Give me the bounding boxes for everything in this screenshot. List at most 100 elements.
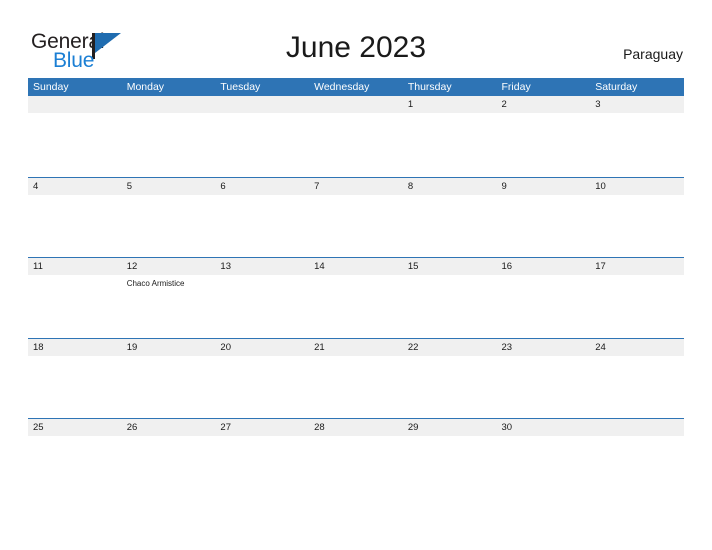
day-number-8[interactable]: 8 [403, 178, 497, 195]
day-cell-body[interactable] [403, 113, 497, 175]
week-date-strip: 4 5 6 7 8 9 10 [28, 177, 684, 195]
day-number-3[interactable]: 3 [590, 96, 684, 113]
day-cell-body[interactable] [309, 275, 403, 337]
day-cell-body[interactable] [28, 436, 122, 498]
day-number-28[interactable]: 28 [309, 419, 403, 436]
day-cell-body [309, 113, 403, 175]
day-number-6[interactable]: 6 [215, 178, 309, 195]
day-cell-body [28, 113, 122, 175]
day-cell-body[interactable] [497, 113, 591, 175]
day-number-empty [215, 96, 309, 113]
day-number-1[interactable]: 1 [403, 96, 497, 113]
calendar-week-row: 18 19 20 21 22 23 24 [28, 337, 684, 419]
day-cell-body [122, 113, 216, 175]
day-number-20[interactable]: 20 [215, 339, 309, 356]
day-cell-body[interactable] [590, 356, 684, 418]
day-cell-body[interactable] [403, 275, 497, 337]
day-cell-body[interactable] [497, 436, 591, 498]
weekday-header-sunday: Sunday [33, 81, 69, 93]
day-number-26[interactable]: 26 [122, 419, 216, 436]
day-cell-body[interactable] [309, 356, 403, 418]
calendar-page: General Blue June 2023 Paraguay Sunday Mo… [0, 0, 712, 550]
day-cell-body[interactable] [122, 356, 216, 418]
day-number-22[interactable]: 22 [403, 339, 497, 356]
day-number-empty [309, 96, 403, 113]
week-event-strip [28, 195, 684, 257]
week-event-strip [28, 436, 684, 498]
calendar-weeks: 1 2 3 4 5 6 7 8 9 10 11 12 13 14 15 16 17 Chaco Armistice… [28, 96, 684, 499]
day-number-29[interactable]: 29 [403, 419, 497, 436]
calendar-week-row: 25 26 27 28 29 30 [28, 418, 684, 499]
day-number-16[interactable]: 16 [497, 258, 591, 275]
day-cell-body[interactable] [28, 275, 122, 337]
weekday-header-friday: Friday [501, 81, 531, 93]
day-number-4[interactable]: 4 [28, 178, 122, 195]
weekday-header-thursday: Thursday [407, 81, 452, 93]
day-cell-body[interactable] [309, 195, 403, 257]
weekday-header-row: Sunday Monday Tuesday Wednesday Thursday Frid… [28, 78, 684, 96]
day-cell-body[interactable] [590, 195, 684, 257]
day-number-25[interactable]: 25 [28, 419, 122, 436]
day-number-7[interactable]: 7 [309, 178, 403, 195]
day-cell-body[interactable] [497, 195, 591, 257]
week-date-strip: 25 26 27 28 29 30 [28, 419, 684, 436]
day-cell-body[interactable] [28, 195, 122, 257]
page-title: June 2023 [285, 31, 427, 64]
day-number-5[interactable]: 5 [122, 178, 216, 195]
week-date-strip: 11 12 13 14 15 16 17 [28, 258, 684, 275]
day-number-27[interactable]: 27 [215, 419, 309, 436]
week-event-strip [28, 356, 684, 418]
week-date-strip: 18 19 20 21 22 23 24 [28, 338, 684, 356]
calendar-week-row: 123 [28, 96, 684, 177]
weekday-header-tuesday: Tuesday [220, 81, 261, 93]
page-header: General Blue June 2023 Paraguay [0, 0, 712, 78]
week-date-strip: 123 [28, 96, 684, 113]
day-number-13[interactable]: 13 [215, 258, 309, 275]
calendar-week-row: 11 12 13 14 15 16 17 Chaco Armistice [28, 257, 684, 338]
day-cell-body[interactable] [122, 195, 216, 257]
day-cell-body[interactable]: Chaco Armistice [122, 275, 216, 337]
day-cell-body[interactable] [403, 356, 497, 418]
day-number-2[interactable]: 2 [497, 96, 591, 113]
day-cell-body[interactable] [403, 436, 497, 498]
weekday-header-wednesday: Wednesday [314, 81, 370, 93]
weekday-header-monday: Monday [126, 81, 165, 93]
day-cell-body[interactable] [403, 195, 497, 257]
day-number-14[interactable]: 14 [309, 258, 403, 275]
day-number-9[interactable]: 9 [497, 178, 591, 195]
day-cell-body[interactable] [28, 356, 122, 418]
week-event-strip: Chaco Armistice [28, 275, 684, 337]
day-cell-body[interactable] [590, 113, 684, 175]
day-cell-body[interactable] [215, 275, 309, 337]
day-cell-body[interactable] [309, 436, 403, 498]
holiday-event-label: Chaco Armistice [126, 279, 185, 288]
day-number-15[interactable]: 15 [403, 258, 497, 275]
day-cell-body [590, 436, 684, 498]
day-number-21[interactable]: 21 [309, 339, 403, 356]
day-cell-body[interactable] [497, 356, 591, 418]
day-cell-body[interactable] [590, 275, 684, 337]
day-number-19[interactable]: 19 [122, 339, 216, 356]
country-label: Paraguay [623, 46, 683, 62]
day-number-23[interactable]: 23 [497, 339, 591, 356]
day-cell-body[interactable] [215, 195, 309, 257]
day-number-24[interactable]: 24 [590, 339, 684, 356]
day-number-11[interactable]: 11 [28, 258, 122, 275]
calendar-week-row: 4 5 6 7 8 9 10 [28, 176, 684, 258]
day-number-12[interactable]: 12 [122, 258, 216, 275]
day-number-30[interactable]: 30 [497, 419, 591, 436]
week-event-strip [28, 113, 684, 175]
day-cell-body[interactable] [215, 436, 309, 498]
day-cell-body[interactable] [497, 275, 591, 337]
day-number-empty [122, 96, 216, 113]
day-cell-body [215, 113, 309, 175]
day-number-17[interactable]: 17 [590, 258, 684, 275]
day-number-empty [590, 419, 684, 436]
day-number-18[interactable]: 18 [28, 339, 122, 356]
weekday-header-saturday: Saturday [595, 81, 638, 93]
day-number-10[interactable]: 10 [590, 178, 684, 195]
day-number-empty [28, 96, 122, 113]
calendar-table: Sunday Monday Tuesday Wednesday Thursday Frid… [28, 78, 684, 499]
day-cell-body[interactable] [122, 436, 216, 498]
day-cell-body[interactable] [215, 356, 309, 418]
